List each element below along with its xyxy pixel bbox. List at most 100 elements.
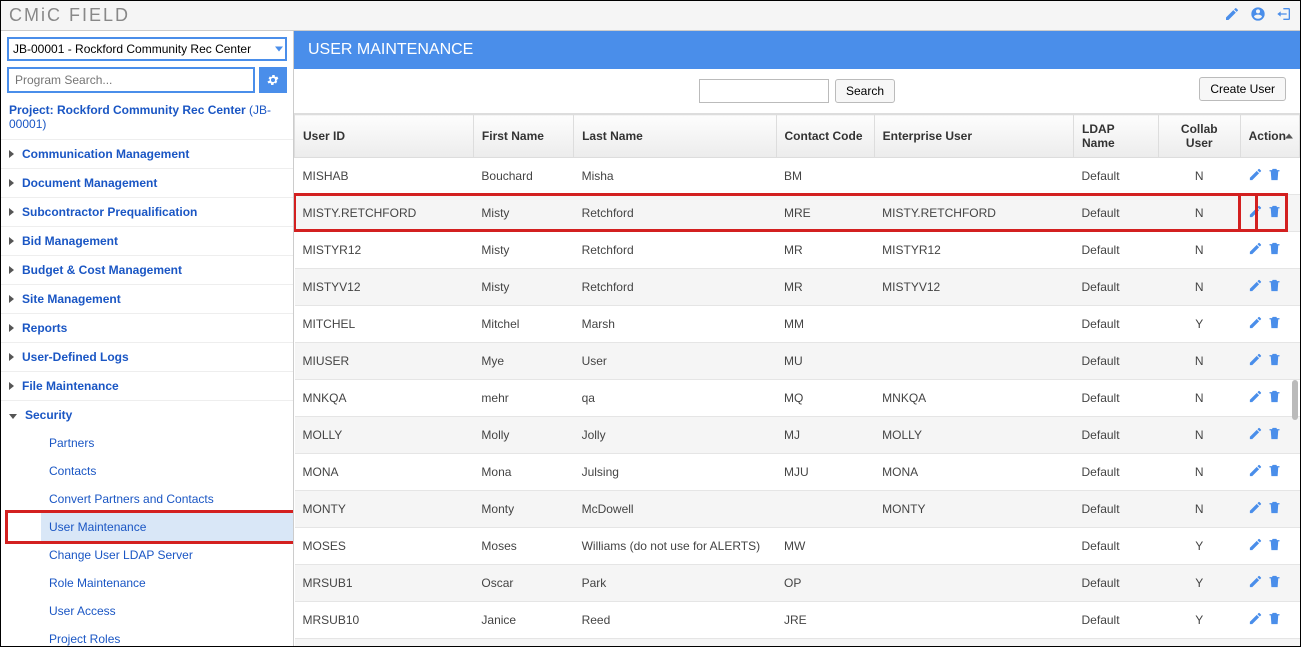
col-header-contact-code[interactable]: Contact Code [776, 115, 874, 158]
cell: Misty [473, 232, 573, 269]
nav-item-communication-management[interactable]: Communication Management [1, 139, 293, 168]
edit-icon[interactable] [1248, 574, 1263, 592]
cell: N [1158, 195, 1240, 232]
cell: N [1158, 269, 1240, 306]
project-line: Project: Rockford Community Rec Center (… [1, 99, 293, 139]
nav-sub-item-change-user-ldap-server[interactable]: Change User LDAP Server [41, 541, 293, 569]
cell [874, 602, 1073, 639]
cell: N [1158, 417, 1240, 454]
cell-action [1240, 602, 1299, 639]
nav-sub-item-user-maintenance[interactable]: User Maintenance [41, 513, 293, 541]
delete-icon[interactable] [1267, 426, 1282, 444]
nav-item-document-management[interactable]: Document Management [1, 168, 293, 197]
nav-item-reports[interactable]: Reports [1, 313, 293, 342]
user-circle-icon[interactable] [1250, 6, 1266, 25]
cell-action [1240, 195, 1299, 232]
delete-icon[interactable] [1267, 574, 1282, 592]
delete-icon[interactable] [1267, 537, 1282, 555]
cell: Mitchel [473, 306, 573, 343]
scrollbar-thumb[interactable] [1292, 380, 1298, 420]
edit-icon[interactable] [1248, 500, 1263, 518]
cell [776, 491, 874, 528]
nav-item-budget-cost-management[interactable]: Budget & Cost Management [1, 255, 293, 284]
nav-item-file-maintenance[interactable]: File Maintenance [1, 371, 293, 400]
nav-item-security[interactable]: Security [1, 400, 293, 429]
user-search-input[interactable] [699, 79, 829, 103]
app-title: CMiC FIELD [9, 5, 130, 26]
edit-icon[interactable] [1248, 537, 1263, 555]
col-header-ldap-name[interactable]: LDAP Name [1074, 115, 1159, 158]
sort-asc-icon [1285, 134, 1293, 139]
edit-icon[interactable] [1248, 167, 1263, 185]
search-settings-button[interactable] [259, 67, 287, 93]
nav-sub-item-contacts[interactable]: Contacts [41, 457, 293, 485]
delete-icon[interactable] [1267, 278, 1282, 296]
project-select[interactable] [7, 37, 287, 61]
cell: Default [1074, 158, 1159, 195]
cell: Default [1074, 491, 1159, 528]
delete-icon[interactable] [1267, 389, 1282, 407]
edit-icon[interactable] [1248, 204, 1263, 222]
create-user-button[interactable]: Create User [1199, 77, 1286, 101]
table-row: MISTYV12MistyRetchfordMRMISTYV12DefaultN [295, 269, 1300, 306]
cell: Mona [473, 454, 573, 491]
delete-icon[interactable] [1267, 352, 1282, 370]
cell: N [1158, 454, 1240, 491]
delete-icon[interactable] [1267, 463, 1282, 481]
cell-action [1240, 565, 1299, 602]
delete-icon[interactable] [1267, 500, 1282, 518]
col-header-first-name[interactable]: First Name [473, 115, 573, 158]
logout-icon[interactable] [1276, 6, 1292, 25]
search-button[interactable]: Search [835, 79, 895, 103]
nav-sub-item-user-access[interactable]: User Access [41, 597, 293, 625]
nav-item-label: File Maintenance [22, 379, 119, 393]
cell: MOSES [295, 528, 474, 565]
cell: Default [1074, 380, 1159, 417]
col-header-user-id[interactable]: User ID [295, 115, 474, 158]
cell: Williams (do not use for ALERTS) [574, 528, 776, 565]
nav-sub-item-convert-partners-and-contacts[interactable]: Convert Partners and Contacts [41, 485, 293, 513]
edit-icon[interactable] [1248, 278, 1263, 296]
cell: MITCHEL [295, 306, 474, 343]
delete-icon[interactable] [1267, 241, 1282, 259]
delete-icon[interactable] [1267, 167, 1282, 185]
cell: MONTY [295, 491, 474, 528]
cell: Oscar [473, 565, 573, 602]
edit-note-icon[interactable] [1224, 6, 1240, 25]
edit-icon[interactable] [1248, 463, 1263, 481]
cell-action [1240, 306, 1299, 343]
delete-icon[interactable] [1267, 204, 1282, 222]
cell: MISTYV12 [874, 269, 1073, 306]
edit-icon[interactable] [1248, 389, 1263, 407]
nav-item-bid-management[interactable]: Bid Management [1, 226, 293, 255]
col-header-enterprise-user[interactable]: Enterprise User [874, 115, 1073, 158]
col-header-action[interactable]: Action [1240, 115, 1299, 158]
edit-icon[interactable] [1248, 352, 1263, 370]
cell: Default [1074, 639, 1159, 647]
program-search-input[interactable] [7, 67, 255, 93]
edit-icon[interactable] [1248, 426, 1263, 444]
cell: N [1158, 232, 1240, 269]
cell: MNKQA [874, 380, 1073, 417]
cell: MRSUB11 [295, 639, 474, 647]
nav-sub-item-project-roles[interactable]: Project Roles [41, 625, 293, 646]
col-header-last-name[interactable]: Last Name [574, 115, 776, 158]
nav-item-subcontractor-prequalification[interactable]: Subcontractor Prequalification [1, 197, 293, 226]
edit-icon[interactable] [1248, 315, 1263, 333]
delete-icon[interactable] [1267, 611, 1282, 629]
col-header-collab-user[interactable]: Collab User [1158, 115, 1240, 158]
project-label-prefix: Project: [9, 103, 57, 117]
delete-icon[interactable] [1267, 315, 1282, 333]
nav-item-user-defined-logs[interactable]: User-Defined Logs [1, 342, 293, 371]
nav-item-site-management[interactable]: Site Management [1, 284, 293, 313]
table-row: MNKQAmehrqaMQMNKQADefaultN [295, 380, 1300, 417]
nav-sub-item-partners[interactable]: Partners [41, 429, 293, 457]
table-row: MRSUB1OscarParkOPDefaultY [295, 565, 1300, 602]
cell: Wilson [574, 639, 776, 647]
nav-sub-item-role-maintenance[interactable]: Role Maintenance [41, 569, 293, 597]
table-row: MISHABBouchardMishaBMDefaultN [295, 158, 1300, 195]
edit-icon[interactable] [1248, 611, 1263, 629]
edit-icon[interactable] [1248, 241, 1263, 259]
project-name: Rockford Community Rec Center [57, 103, 246, 117]
cell: MONA [874, 454, 1073, 491]
